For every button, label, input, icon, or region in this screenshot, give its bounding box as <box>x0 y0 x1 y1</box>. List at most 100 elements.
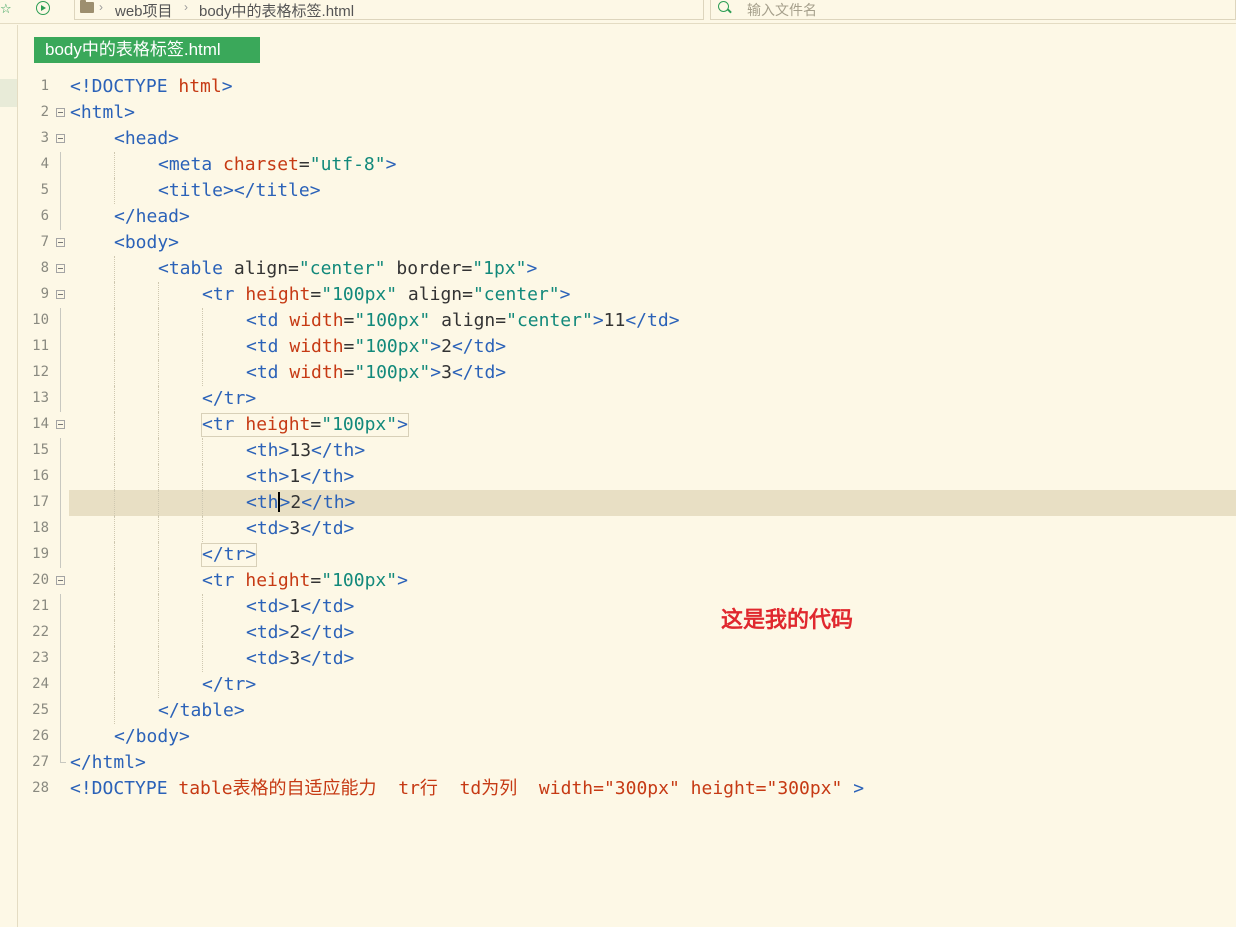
code-text: </tr> <box>200 543 258 567</box>
indent-guide <box>202 490 203 516</box>
code-line[interactable]: 25 </table> <box>18 698 1236 724</box>
fold-toggle-icon[interactable] <box>56 108 65 117</box>
line-number: 3 <box>40 130 49 146</box>
indent-guide <box>202 594 203 620</box>
code-token: "100px" <box>354 336 431 357</box>
fold-line <box>60 516 61 542</box>
indent-guide <box>202 334 203 360</box>
code-token: 2 <box>290 492 302 513</box>
annotation-text: 这是我的代码 <box>721 608 854 633</box>
code-line[interactable]: 26 </body> <box>18 724 1236 750</box>
fold-toggle-icon[interactable] <box>56 134 65 143</box>
indent-guide <box>158 308 159 334</box>
code-token: </td> <box>300 596 355 617</box>
code-line[interactable]: 19 </tr> <box>18 542 1236 568</box>
top-toolbar: ☆ › web项目 › body中的表格标签.html 输入文件名 <box>0 0 1236 24</box>
code-token: <html> <box>70 102 136 123</box>
code-line[interactable]: 3 <head> <box>18 126 1236 152</box>
code-token: height <box>245 284 311 305</box>
indent-guide <box>158 568 159 594</box>
code-token: 13 <box>289 440 312 461</box>
code-line[interactable]: 4 <meta charset="utf-8"> <box>18 152 1236 178</box>
code-line[interactable]: 7 <body> <box>18 230 1236 256</box>
code-line[interactable]: 9 <tr height="100px" align="center"> <box>18 282 1236 308</box>
line-number: 21 <box>32 598 49 614</box>
fold-toggle-icon[interactable] <box>56 420 65 429</box>
code-text: <tr height="100px"> <box>201 413 409 437</box>
left-panel-strip <box>0 25 18 927</box>
code-line[interactable]: 8 <table align="center" border="1px"> <box>18 256 1236 282</box>
indent-guide <box>114 490 115 516</box>
code-line[interactable]: 20 <tr height="100px"> <box>18 568 1236 594</box>
indent-guide <box>114 568 115 594</box>
code-token: > <box>221 76 233 97</box>
code-editor[interactable]: 1 <!DOCTYPE html> 2 <html> 3 <head> 4 <meta cha… <box>18 74 1236 802</box>
code-line[interactable]: 12 <td width="100px">3</td> <box>18 360 1236 386</box>
indent-guide <box>114 542 115 568</box>
code-line[interactable]: 18 <td>3</td> <box>18 516 1236 542</box>
chevron-right-icon: › <box>99 0 103 14</box>
code-text: <tr height="100px"> <box>202 570 408 592</box>
fold-toggle-icon[interactable] <box>56 238 65 247</box>
line-number: 19 <box>32 546 49 562</box>
code-line[interactable]: 22 <td>2</td> <box>18 620 1236 646</box>
indent-guide <box>114 360 115 386</box>
code-line[interactable]: 21 <td>1</td> <box>18 594 1236 620</box>
chevron-right-icon: › <box>184 0 188 14</box>
fold-line <box>60 152 61 178</box>
code-token: = <box>310 414 322 435</box>
code-token: = <box>343 336 355 357</box>
fold-line <box>60 204 61 230</box>
fold-toggle-icon[interactable] <box>56 264 65 273</box>
code-line[interactable]: 2 <html> <box>18 100 1236 126</box>
code-text: </tr> <box>202 388 256 410</box>
search-icon <box>718 1 729 12</box>
code-line[interactable]: 24 </tr> <box>18 672 1236 698</box>
code-line[interactable]: 27 </html> <box>18 750 1236 776</box>
code-token: 3 <box>441 362 452 383</box>
line-number: 6 <box>40 208 49 224</box>
code-token: </head> <box>114 206 190 227</box>
code-line[interactable]: 17 <th>2</th> <box>18 490 1236 516</box>
star-icon[interactable]: ☆ <box>0 1 12 17</box>
line-number: 11 <box>32 338 49 354</box>
code-line[interactable]: 11 <td width="100px">2</td> <box>18 334 1236 360</box>
run-icon[interactable] <box>36 1 50 15</box>
code-text: </body> <box>114 726 190 748</box>
file-tab[interactable]: body中的表格标签.html <box>34 37 260 63</box>
breadcrumb-file[interactable]: body中的表格标签.html <box>199 0 354 21</box>
code-line[interactable]: 28 <!DOCTYPE table表格的自适应能力 tr行 td为列 width… <box>18 776 1236 802</box>
line-number: 10 <box>32 312 49 328</box>
code-token: </tr> <box>202 544 257 565</box>
code-line[interactable]: 16 <th>1</th> <box>18 464 1236 490</box>
fold-toggle-icon[interactable] <box>56 290 65 299</box>
code-line[interactable]: 1 <!DOCTYPE html> <box>18 74 1236 100</box>
code-line[interactable]: 15 <th>13</th> <box>18 438 1236 464</box>
code-text: <th>13</th> <box>246 440 365 462</box>
code-token: charset <box>223 154 299 175</box>
indent-guide <box>114 412 115 438</box>
fold-line <box>60 672 61 698</box>
indent-guide <box>158 360 159 386</box>
code-token: 1 <box>289 466 301 487</box>
indent-guide <box>114 516 115 542</box>
code-text: <td>3</td> <box>246 648 354 670</box>
code-text: <td>2</td> <box>246 622 354 644</box>
breadcrumb-project[interactable]: web项目 <box>115 0 173 21</box>
fold-line <box>60 646 61 672</box>
code-line[interactable]: 23 <td>3</td> <box>18 646 1236 672</box>
line-number: 15 <box>32 442 49 458</box>
indent-guide <box>114 698 115 724</box>
indent-guide <box>158 282 159 308</box>
code-line[interactable]: 13 </tr> <box>18 386 1236 412</box>
code-line[interactable]: 10 <td width="100px" align="center">11</t… <box>18 308 1236 334</box>
code-line[interactable]: 14 <tr height="100px"> <box>18 412 1236 438</box>
code-line[interactable]: 6 </head> <box>18 204 1236 230</box>
line-number: 2 <box>40 104 49 120</box>
code-line[interactable]: 5 <title></title> <box>18 178 1236 204</box>
indent-guide <box>114 594 115 620</box>
code-token: 2 <box>289 622 301 643</box>
code-token: 2 <box>441 336 452 357</box>
fold-toggle-icon[interactable] <box>56 576 65 585</box>
code-token: = <box>310 570 322 591</box>
